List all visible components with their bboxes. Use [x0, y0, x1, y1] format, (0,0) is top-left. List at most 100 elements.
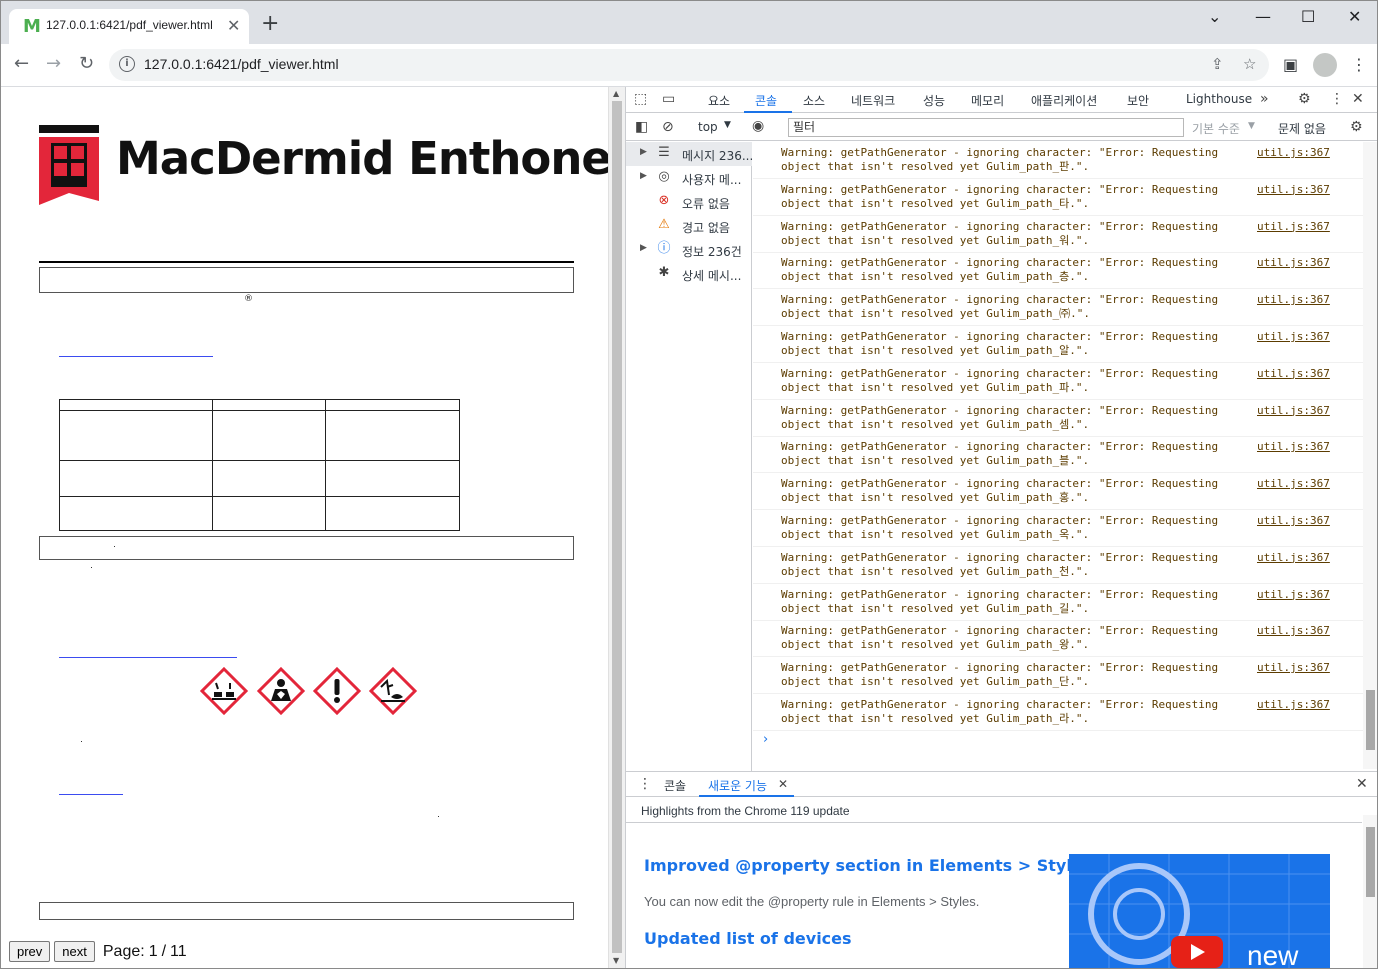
- chevron-down-icon[interactable]: ▼: [724, 120, 731, 130]
- tab-lighthouse[interactable]: Lighthouse: [1186, 92, 1252, 106]
- console-message[interactable]: Warning: getPathGenerator - ignoring cha…: [753, 179, 1363, 216]
- message-source-link[interactable]: util.js:367: [1257, 440, 1330, 453]
- live-expression-eye-icon[interactable]: ◉: [752, 118, 764, 134]
- whats-new-video-thumbnail[interactable]: new: [1069, 854, 1330, 968]
- console-message[interactable]: Warning: getPathGenerator - ignoring cha…: [753, 252, 1363, 290]
- message-source-link[interactable]: util.js:367: [1257, 661, 1330, 674]
- message-source-link[interactable]: util.js:367: [1257, 183, 1330, 196]
- tab-sources[interactable]: 소스: [803, 92, 825, 109]
- close-drawer-tab-icon[interactable]: ✕: [778, 776, 788, 792]
- scroll-down-icon[interactable]: ▼: [613, 956, 619, 965]
- site-info-icon[interactable]: i: [119, 56, 135, 72]
- message-source-link[interactable]: util.js:367: [1257, 293, 1330, 306]
- expand-arrow-icon[interactable]: ▶: [640, 243, 647, 253]
- console-message[interactable]: Warning: getPathGenerator - ignoring cha…: [753, 400, 1363, 437]
- message-source-link[interactable]: util.js:367: [1257, 220, 1330, 233]
- sidebar-item-warnings[interactable]: ⚠ 경고 없음: [626, 214, 752, 238]
- close-window-icon[interactable]: ✕: [1348, 7, 1361, 27]
- console-scrollbar[interactable]: [1363, 142, 1377, 769]
- pdf-link-2[interactable]: [59, 657, 237, 658]
- tab-security[interactable]: 보안: [1127, 92, 1149, 109]
- prev-button[interactable]: prev: [9, 941, 51, 962]
- pdf-link-1[interactable]: [59, 356, 213, 357]
- message-source-link[interactable]: util.js:367: [1257, 698, 1330, 711]
- maximize-icon[interactable]: ☐: [1301, 7, 1315, 27]
- scroll-thumb[interactable]: [612, 101, 622, 953]
- tab-search-icon[interactable]: ⌄: [1208, 7, 1221, 27]
- console-messages[interactable]: Warning: getPathGenerator - ignoring cha…: [753, 142, 1363, 769]
- profile-avatar[interactable]: [1313, 53, 1337, 77]
- address-bar[interactable]: i 127.0.0.1:6421/pdf_viewer.html ⇪ ☆: [109, 49, 1269, 81]
- scroll-up-icon[interactable]: ▲: [613, 89, 619, 98]
- back-icon[interactable]: ←: [14, 53, 29, 75]
- message-source-link[interactable]: util.js:367: [1257, 514, 1330, 527]
- devtools-menu-icon[interactable]: ⋮: [1330, 91, 1344, 107]
- console-message[interactable]: Warning: getPathGenerator - ignoring cha…: [753, 547, 1363, 584]
- console-message[interactable]: Warning: getPathGenerator - ignoring cha…: [753, 216, 1363, 253]
- sidebar-item-errors[interactable]: ⊗ 오류 없음: [626, 190, 752, 214]
- drawer-menu-icon[interactable]: ⋮: [638, 776, 652, 792]
- message-source-link[interactable]: util.js:367: [1257, 367, 1330, 380]
- issues-counter[interactable]: 문제 없음: [1278, 120, 1326, 137]
- console-settings-icon[interactable]: ⚙: [1350, 119, 1363, 135]
- console-message[interactable]: Warning: getPathGenerator - ignoring cha…: [753, 620, 1363, 658]
- feature-title-link[interactable]: Improved @property section in Elements >…: [644, 856, 1092, 875]
- sidebar-item-user[interactable]: ▶ ◎ 사용자 메...: [626, 166, 752, 190]
- drawer-scrollbar[interactable]: [1363, 815, 1377, 968]
- expand-arrow-icon[interactable]: ▶: [640, 171, 647, 181]
- drawer-scroll-thumb[interactable]: [1366, 827, 1375, 897]
- filter-input[interactable]: 필터: [788, 118, 1184, 137]
- minimize-icon[interactable]: —: [1255, 7, 1271, 27]
- close-drawer-icon[interactable]: ✕: [1356, 776, 1368, 792]
- browser-tab[interactable]: M 127.0.0.1:6421/pdf_viewer.html ✕: [9, 9, 249, 44]
- tab-console[interactable]: 콘솔: [755, 92, 777, 109]
- tab-elements[interactable]: 요소: [708, 92, 730, 109]
- clear-console-icon[interactable]: ⊘: [662, 119, 674, 135]
- pdf-scrollbar[interactable]: ▲ ▼: [608, 87, 625, 968]
- reload-icon[interactable]: ↻: [79, 53, 94, 75]
- sidebar-item-verbose[interactable]: ✱ 상세 메시...: [626, 262, 752, 286]
- console-scroll-thumb[interactable]: [1366, 690, 1375, 750]
- console-prompt[interactable]: ›: [763, 732, 768, 747]
- tab-memory[interactable]: 메모리: [971, 92, 1004, 109]
- message-source-link[interactable]: util.js:367: [1257, 477, 1330, 490]
- device-toolbar-icon[interactable]: ▭: [662, 91, 675, 107]
- sidebar-item-info[interactable]: ▶ ⓘ 정보 236건: [626, 238, 752, 262]
- message-source-link[interactable]: util.js:367: [1257, 256, 1330, 269]
- console-message[interactable]: Warning: getPathGenerator - ignoring cha…: [753, 694, 1363, 731]
- context-selector[interactable]: top: [698, 120, 718, 134]
- console-message[interactable]: Warning: getPathGenerator - ignoring cha…: [753, 657, 1363, 695]
- url-text[interactable]: 127.0.0.1:6421/pdf_viewer.html: [144, 56, 339, 72]
- menu-kebab-icon[interactable]: ⋮: [1351, 55, 1367, 74]
- message-source-link[interactable]: util.js:367: [1257, 404, 1330, 417]
- message-source-link[interactable]: util.js:367: [1257, 551, 1330, 564]
- console-message[interactable]: Warning: getPathGenerator - ignoring cha…: [753, 363, 1363, 400]
- forward-icon[interactable]: →: [46, 53, 61, 75]
- pdf-link-3[interactable]: [59, 794, 123, 795]
- console-message[interactable]: Warning: getPathGenerator - ignoring cha…: [753, 326, 1363, 363]
- console-message[interactable]: Warning: getPathGenerator - ignoring cha…: [753, 436, 1363, 474]
- next-button[interactable]: next: [54, 941, 95, 962]
- message-source-link[interactable]: util.js:367: [1257, 146, 1330, 159]
- message-source-link[interactable]: util.js:367: [1257, 330, 1330, 343]
- tab-network[interactable]: 네트워크: [851, 92, 895, 109]
- tab-performance[interactable]: 성능: [923, 92, 945, 109]
- sidebar-toggle-icon[interactable]: ◧: [635, 119, 648, 135]
- bookmark-star-icon[interactable]: ☆: [1243, 55, 1256, 73]
- drawer-tab-whats-new[interactable]: 새로운 기능: [708, 777, 767, 794]
- share-icon[interactable]: ⇪: [1211, 55, 1224, 73]
- console-message[interactable]: Warning: getPathGenerator - ignoring cha…: [753, 584, 1363, 621]
- levels-chevron-icon[interactable]: ▼: [1248, 121, 1255, 131]
- sidebar-item-messages[interactable]: ▶ ☰ 메시지 236...: [626, 142, 752, 166]
- expand-arrow-icon[interactable]: ▶: [640, 147, 647, 157]
- log-levels-dropdown[interactable]: 기본 수준: [1192, 120, 1240, 137]
- inspect-element-icon[interactable]: ⬚: [634, 91, 647, 107]
- console-message[interactable]: Warning: getPathGenerator - ignoring cha…: [753, 142, 1363, 179]
- more-tabs-icon[interactable]: »: [1260, 91, 1269, 107]
- console-message[interactable]: Warning: getPathGenerator - ignoring cha…: [753, 473, 1363, 511]
- feature-title-link-2[interactable]: Updated list of devices: [644, 929, 852, 948]
- close-devtools-icon[interactable]: ✕: [1352, 91, 1364, 107]
- tab-application[interactable]: 애플리케이션: [1031, 92, 1097, 109]
- message-source-link[interactable]: util.js:367: [1257, 624, 1330, 637]
- new-tab-icon[interactable]: +: [261, 13, 279, 35]
